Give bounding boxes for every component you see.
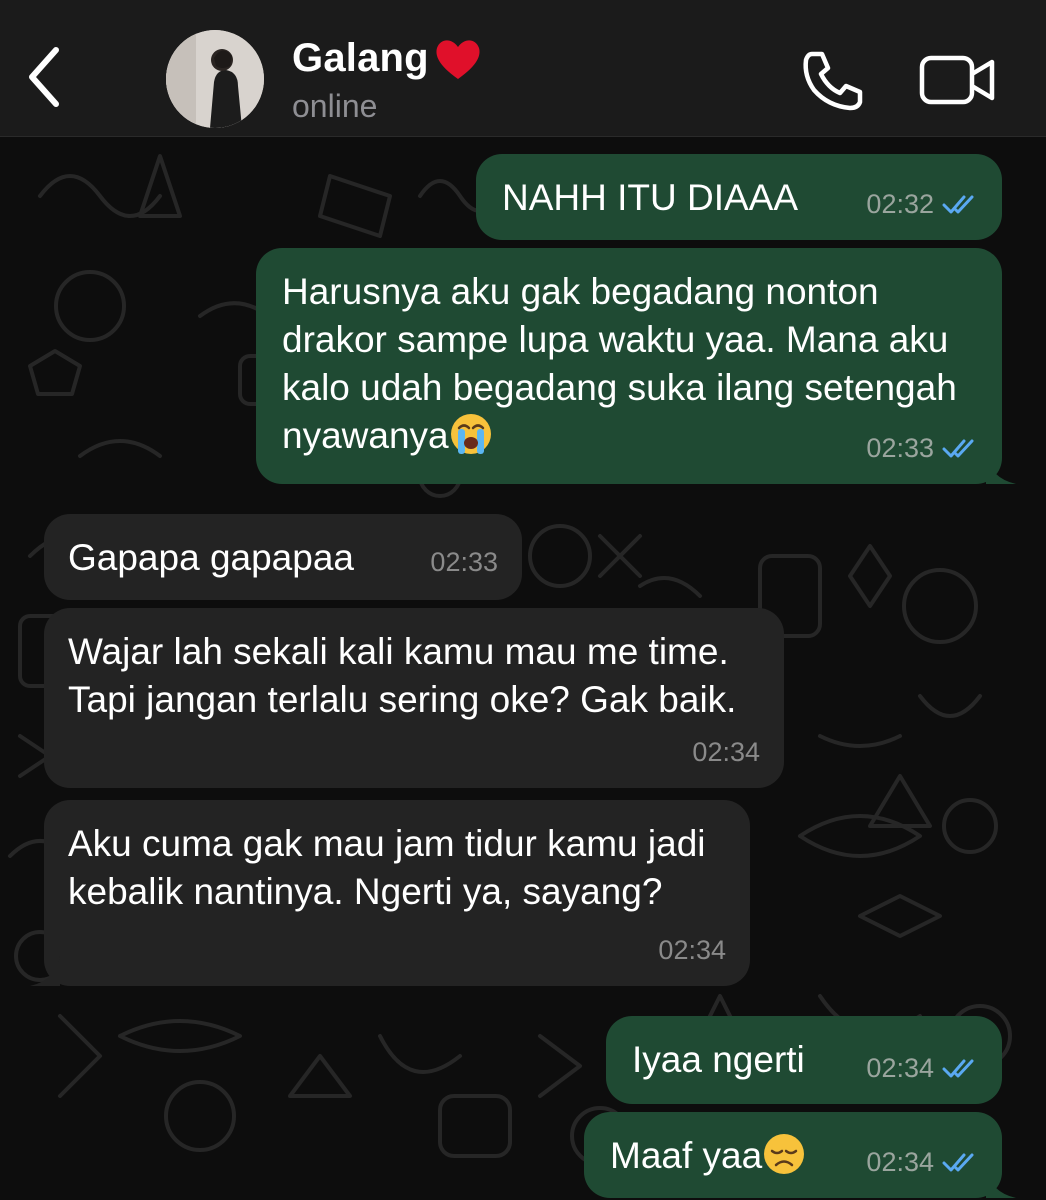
message-text: Harusnya aku gak begadang nonton drakor … [282, 271, 968, 456]
message-text: Maaf yaa [610, 1135, 763, 1176]
message-meta: 02:34 [866, 1044, 978, 1092]
message-time: 02:32 [866, 189, 934, 219]
message-time: 02:33 [430, 547, 498, 577]
message-text: Gapapa gapapaa [68, 537, 354, 578]
message-bubble-incoming[interactable]: Wajar lah sekali kali kamu mau me time. … [44, 608, 784, 788]
avatar[interactable] [166, 30, 264, 128]
video-camera-icon [919, 55, 995, 105]
message-time: 02:33 [866, 433, 934, 463]
back-button[interactable] [22, 40, 66, 110]
message-time: 02:34 [866, 1147, 934, 1177]
voice-call-button[interactable] [800, 48, 866, 114]
chat-header: Galang online [0, 0, 1046, 137]
avatar-photo [166, 30, 264, 128]
message-meta: 02:34 [658, 926, 726, 974]
read-ticks-icon [942, 439, 974, 458]
video-call-button[interactable] [918, 52, 996, 108]
message-time: 02:34 [658, 935, 726, 965]
phone-icon [803, 51, 863, 111]
bubble-tail [30, 956, 60, 986]
disappointed-face-emoji [764, 1134, 805, 1174]
message-bubble-outgoing[interactable]: Harusnya aku gak begadang nonton drakor … [256, 248, 1016, 484]
message-bubble-outgoing[interactable]: Maaf yaa 02:34 [584, 1112, 1016, 1198]
message-text: Aku cuma gak mau jam tidur kamu jadi keb… [68, 823, 716, 912]
contact-status: online [292, 88, 378, 124]
message-bubble-outgoing[interactable]: Iyaa ngerti 02:34 [606, 1016, 1002, 1104]
message-meta: 02:32 [866, 180, 978, 228]
message-bubble-incoming[interactable]: Gapapa gapapaa 02:33 [44, 514, 522, 600]
red-heart-emoji [436, 39, 480, 79]
chat-screen: Galang online NAHH ITU DIAAA 02:32 Harus… [0, 0, 1046, 1200]
read-ticks-icon [942, 195, 974, 214]
bubble-tail [986, 1168, 1016, 1198]
read-ticks-icon [942, 1059, 974, 1078]
message-time: 02:34 [692, 737, 760, 767]
message-time: 02:34 [866, 1053, 934, 1083]
bubble-tail [986, 454, 1016, 484]
message-meta: 02:33 [430, 538, 498, 586]
message-meta: 02:33 [866, 424, 978, 472]
message-meta: 02:34 [692, 728, 760, 776]
message-text: Iyaa ngerti [632, 1039, 805, 1080]
message-text: Wajar lah sekali kali kamu mau me time. … [68, 631, 739, 720]
chevron-left-icon [29, 47, 59, 107]
message-bubble-incoming[interactable]: Aku cuma gak mau jam tidur kamu jadi keb… [30, 800, 750, 986]
loudly-crying-face-emoji [450, 414, 491, 454]
contact-name-text: Galang [292, 36, 429, 80]
contact-name[interactable]: Galang [292, 36, 483, 81]
read-ticks-icon [942, 1153, 974, 1172]
message-text: NAHH ITU DIAAA [502, 177, 799, 218]
message-bubble-outgoing[interactable]: NAHH ITU DIAAA 02:32 [476, 154, 1002, 240]
message-meta: 02:34 [866, 1138, 978, 1186]
